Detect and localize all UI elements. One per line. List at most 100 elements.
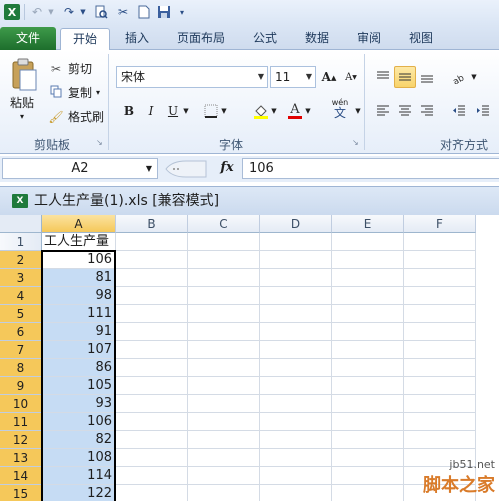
copy-dropdown-icon[interactable]: ▾	[96, 88, 100, 97]
row-header[interactable]: 14	[0, 467, 42, 485]
cell-d4[interactable]	[260, 287, 332, 305]
tab-data[interactable]: 数据	[296, 28, 338, 50]
cell-c3[interactable]	[188, 269, 260, 287]
cell-d11[interactable]	[260, 413, 332, 431]
cell-f9[interactable]	[404, 377, 476, 395]
cell-e12[interactable]	[332, 431, 404, 449]
cell-a6[interactable]: 91	[42, 323, 116, 341]
align-right-icon[interactable]	[416, 100, 438, 122]
cell-f11[interactable]	[404, 413, 476, 431]
tab-file[interactable]: 文件	[0, 27, 56, 50]
redo-icon[interactable]: ↷	[60, 3, 78, 21]
cell-f6[interactable]	[404, 323, 476, 341]
excel-logo-icon[interactable]: X	[4, 4, 20, 20]
paste-dropdown-icon[interactable]: ▾	[20, 112, 24, 121]
tab-insert[interactable]: 插入	[116, 28, 158, 50]
column-header-a[interactable]: A	[42, 215, 116, 233]
tab-review[interactable]: 审阅	[348, 28, 390, 50]
format-painter-button[interactable]: 🖌 格式刷	[48, 108, 104, 125]
cell-d1[interactable]	[260, 233, 332, 251]
row-header[interactable]: 5	[0, 305, 42, 323]
name-box[interactable]: A2 ▼	[2, 158, 158, 179]
cell-a3[interactable]: 81	[42, 269, 116, 287]
row-header[interactable]: 13	[0, 449, 42, 467]
shrink-font-icon[interactable]: A ▼	[340, 66, 362, 88]
tab-view[interactable]: 视图	[400, 28, 442, 50]
cell-f3[interactable]	[404, 269, 476, 287]
row-header[interactable]: 4	[0, 287, 42, 305]
cell-c2[interactable]	[188, 251, 260, 269]
formula-input[interactable]: 106	[242, 158, 499, 179]
align-left-icon[interactable]	[372, 100, 394, 122]
cell-b4[interactable]	[116, 287, 188, 305]
undo-dropdown-icon[interactable]: ▼	[46, 3, 56, 21]
cell-b5[interactable]	[116, 305, 188, 323]
formula-bar-splitter[interactable]	[164, 160, 208, 178]
font-color-dropdown-icon[interactable]: ▼	[302, 100, 314, 122]
font-name-combo[interactable]: 宋体 ▼	[116, 66, 268, 88]
cell-a14[interactable]: 114	[42, 467, 116, 485]
cell-b8[interactable]	[116, 359, 188, 377]
cell-e11[interactable]	[332, 413, 404, 431]
cell-a1[interactable]: 工人生产量	[42, 233, 116, 251]
cell-e2[interactable]	[332, 251, 404, 269]
cell-a5[interactable]: 111	[42, 305, 116, 323]
cell-e4[interactable]	[332, 287, 404, 305]
cell-b10[interactable]	[116, 395, 188, 413]
italic-button[interactable]: I	[140, 100, 162, 122]
row-header[interactable]: 12	[0, 431, 42, 449]
row-header[interactable]: 8	[0, 359, 42, 377]
cell-d5[interactable]	[260, 305, 332, 323]
row-header[interactable]: 10	[0, 395, 42, 413]
cell-e9[interactable]	[332, 377, 404, 395]
new-icon[interactable]	[136, 3, 152, 21]
save-icon[interactable]	[156, 3, 172, 21]
cell-a4[interactable]: 98	[42, 287, 116, 305]
row-header[interactable]: 3	[0, 269, 42, 287]
column-header-e[interactable]: E	[332, 215, 404, 233]
orientation-icon[interactable]: ab	[448, 66, 470, 88]
cell-d14[interactable]	[260, 467, 332, 485]
cell-c5[interactable]	[188, 305, 260, 323]
bold-button[interactable]: B	[118, 100, 140, 122]
cell-d2[interactable]	[260, 251, 332, 269]
cell-c6[interactable]	[188, 323, 260, 341]
column-header-d[interactable]: D	[260, 215, 332, 233]
phonetic-dropdown-icon[interactable]: ▼	[352, 100, 364, 122]
row-header[interactable]: 1	[0, 233, 42, 251]
cell-e13[interactable]	[332, 449, 404, 467]
cell-d3[interactable]	[260, 269, 332, 287]
redo-dropdown-icon[interactable]: ▼	[78, 3, 88, 21]
cell-d10[interactable]	[260, 395, 332, 413]
cell-b13[interactable]	[116, 449, 188, 467]
cell-a12[interactable]: 82	[42, 431, 116, 449]
paste-icon[interactable]	[8, 56, 40, 94]
align-center-icon[interactable]	[394, 100, 416, 122]
cell-c8[interactable]	[188, 359, 260, 377]
cell-f2[interactable]	[404, 251, 476, 269]
borders-dropdown-icon[interactable]: ▼	[218, 100, 230, 122]
cell-e6[interactable]	[332, 323, 404, 341]
column-header-c[interactable]: C	[188, 215, 260, 233]
chevron-down-icon[interactable]: ▼	[306, 67, 312, 87]
cell-b1[interactable]	[116, 233, 188, 251]
cell-b6[interactable]	[116, 323, 188, 341]
cell-d12[interactable]	[260, 431, 332, 449]
cell-e7[interactable]	[332, 341, 404, 359]
cell-b7[interactable]	[116, 341, 188, 359]
underline-dropdown-icon[interactable]: ▼	[180, 100, 192, 122]
cell-a8[interactable]: 86	[42, 359, 116, 377]
row-header[interactable]: 9	[0, 377, 42, 395]
cell-f12[interactable]	[404, 431, 476, 449]
cell-c4[interactable]	[188, 287, 260, 305]
cell-c9[interactable]	[188, 377, 260, 395]
align-top-icon[interactable]	[372, 66, 394, 88]
cell-b15[interactable]	[116, 485, 188, 501]
insert-function-button[interactable]: fx	[214, 158, 240, 179]
column-header-f[interactable]: F	[404, 215, 476, 233]
cell-a13[interactable]: 108	[42, 449, 116, 467]
grow-font-icon[interactable]: A ▲	[318, 66, 340, 88]
cell-e10[interactable]	[332, 395, 404, 413]
cell-d9[interactable]	[260, 377, 332, 395]
cell-c13[interactable]	[188, 449, 260, 467]
